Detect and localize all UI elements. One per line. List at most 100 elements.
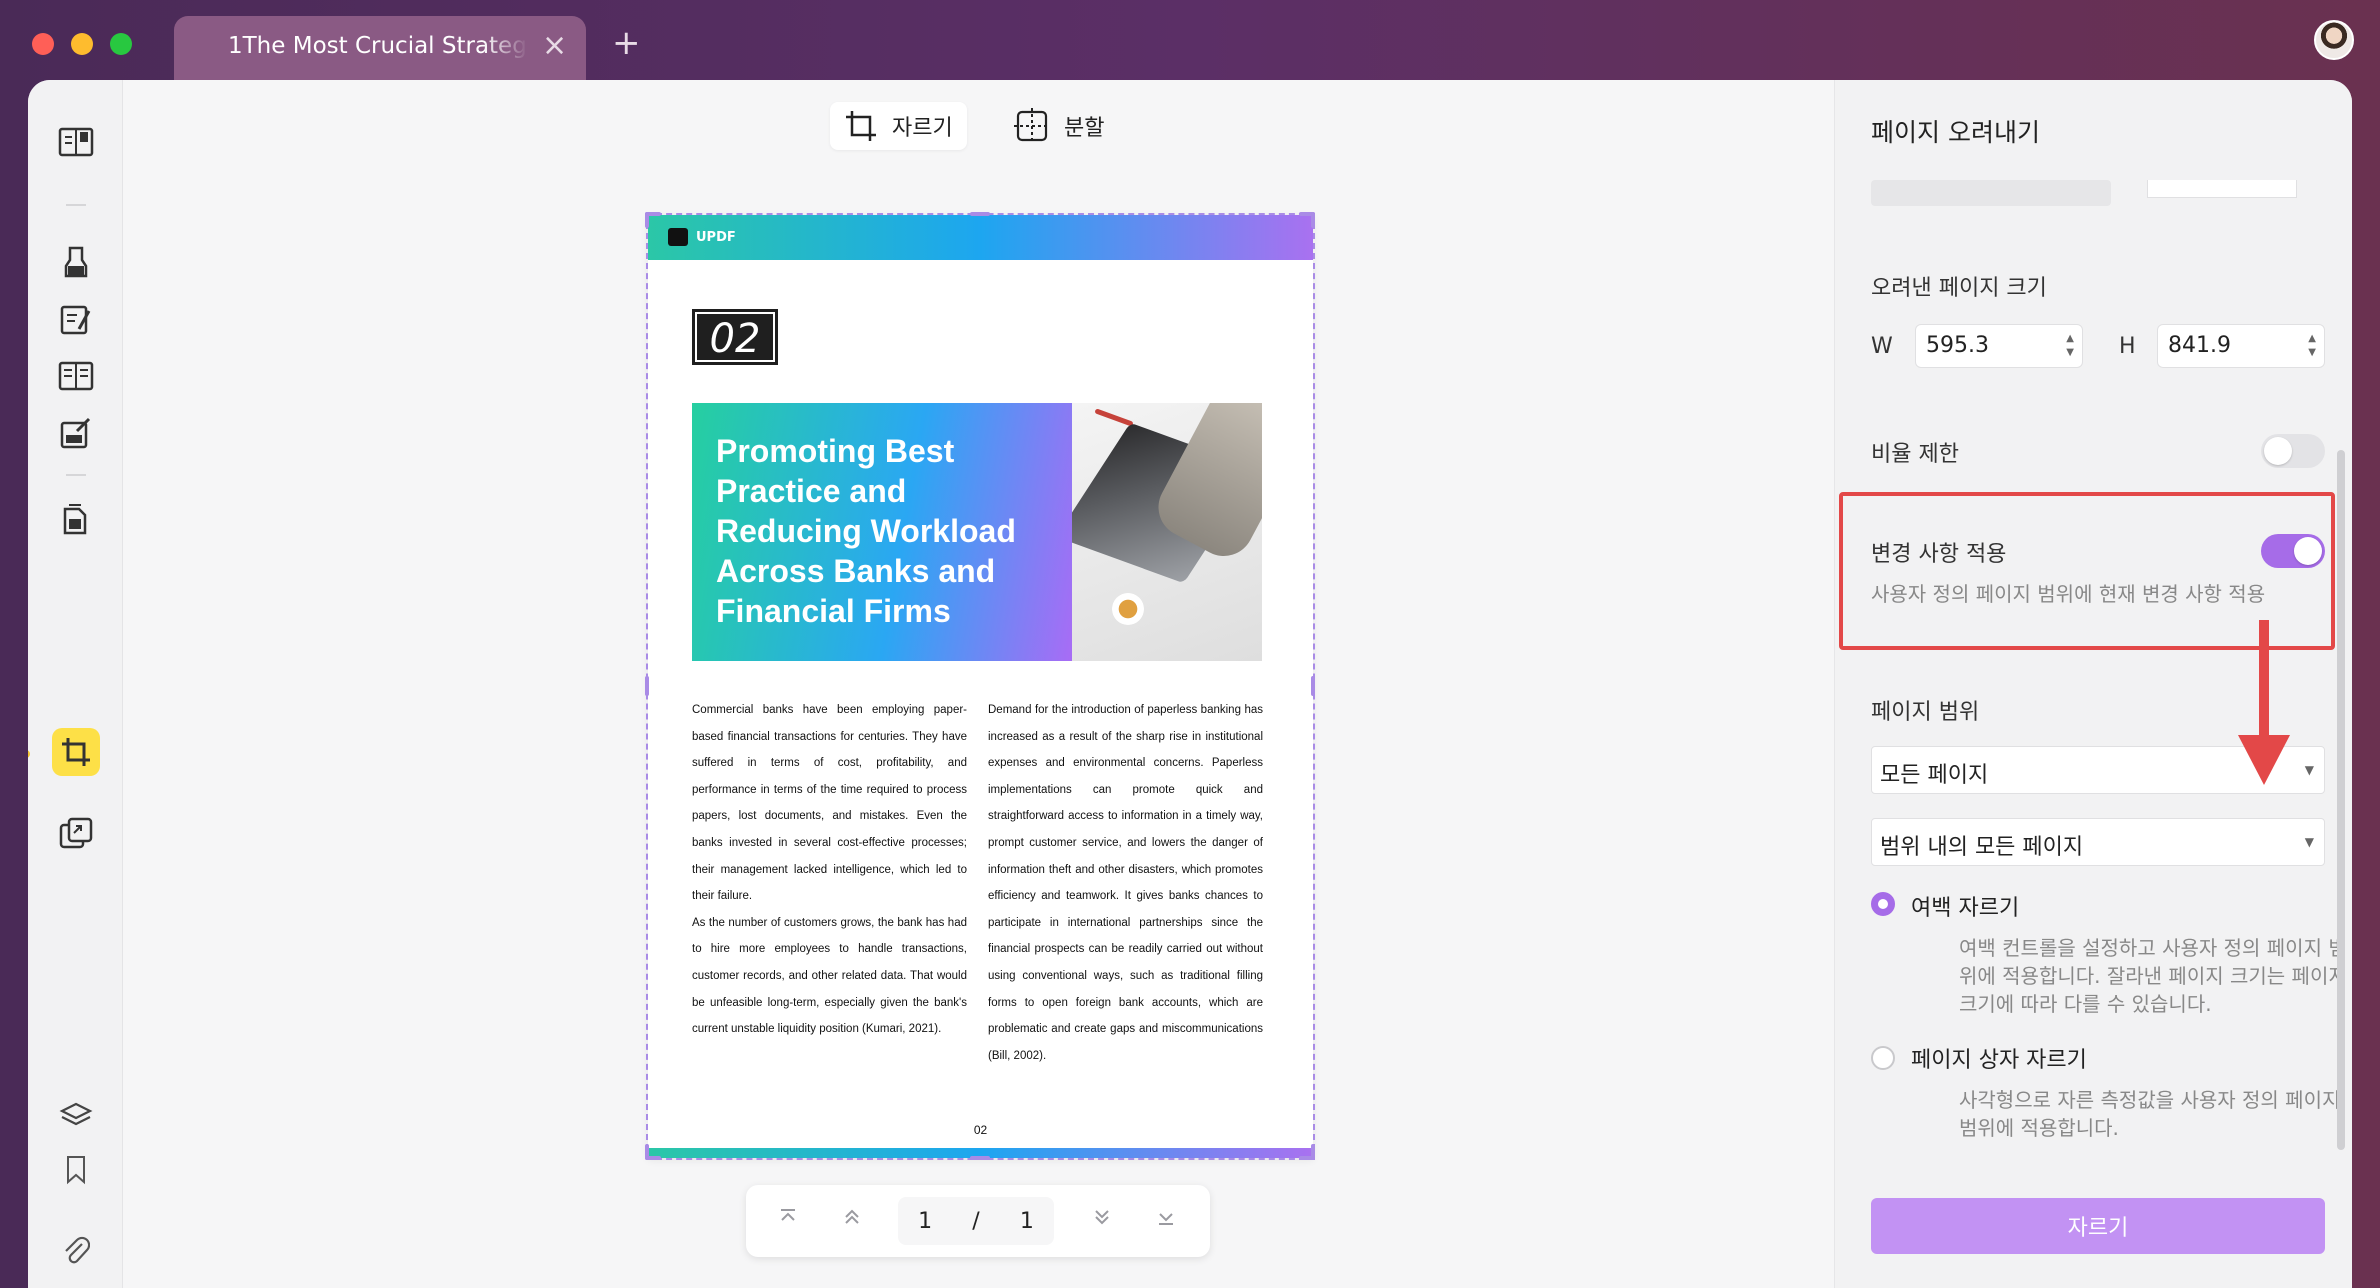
- crop-handle-bottom[interactable]: [970, 1156, 990, 1160]
- page-separator: /: [972, 1208, 980, 1234]
- margin-crop-description: 여백 컨트롤을 설정하고 사용자 정의 페이지 범위에 적용합니다. 잘라낸 페…: [1959, 936, 2347, 1016]
- hero-banner: Promoting Best Practice and Reducing Wor…: [692, 403, 1072, 661]
- previous-page-icon[interactable]: [836, 1205, 868, 1237]
- updf-logo-icon: [668, 228, 688, 246]
- reader-mode-icon[interactable]: [52, 118, 100, 166]
- ratio-label: 비율 제한: [1871, 442, 1959, 467]
- size-label: 오려낸 페이지 크기: [1871, 276, 2047, 301]
- scrolled-field: [1871, 180, 2111, 206]
- apply-changes-description: 사용자 정의 페이지 범위에 현재 변경 사항 적용: [1871, 582, 2266, 606]
- crop-handle-tr[interactable]: [1311, 212, 1315, 228]
- crop-pages-icon[interactable]: [52, 728, 100, 776]
- split-tool-label: 분할: [1064, 116, 1105, 141]
- width-value: 595.3: [1926, 333, 1989, 358]
- toggle-knob: [2294, 537, 2322, 565]
- first-page-icon[interactable]: [772, 1205, 804, 1237]
- paragraph: As the number of customers grows, the ba…: [692, 916, 967, 1036]
- total-pages: 1: [1019, 1208, 1034, 1234]
- crop-handle-right[interactable]: [1311, 676, 1315, 696]
- document-tab[interactable]: 1The Most Crucial Strategy f ×: [174, 16, 586, 80]
- add-tab-icon[interactable]: +: [612, 26, 641, 60]
- updf-logo: UPDF: [668, 228, 736, 246]
- crop-handle-br[interactable]: [1311, 1144, 1315, 1160]
- crop-handle-bl[interactable]: [645, 1144, 649, 1160]
- next-page-icon[interactable]: [1086, 1205, 1118, 1237]
- chevron-down-icon: ▼: [2304, 835, 2314, 849]
- logo-text: UPDF: [696, 229, 736, 245]
- box-crop-description: 사각형으로 자른 측정값을 사용자 정의 페이지 범위에 적용합니다.: [1959, 1088, 2341, 1140]
- zoom-window-button[interactable]: [110, 33, 132, 55]
- box-crop-label: 페이지 상자 자르기: [1911, 1048, 2087, 1073]
- width-input[interactable]: 595.3 ▲ ▼: [1915, 324, 2083, 368]
- height-label: H: [2119, 334, 2136, 359]
- page-header-band: UPDF: [648, 215, 1313, 260]
- convert-icon[interactable]: [52, 810, 100, 858]
- page-tools-icon[interactable]: [52, 496, 100, 544]
- height-stepper-icon[interactable]: ▲ ▼: [2308, 332, 2316, 360]
- box-crop-radio[interactable]: [1871, 1046, 1895, 1070]
- crop-settings-panel: 페이지 오려내기 오려낸 페이지 크기 W 595.3 ▲ ▼ H 841.9 ▲…: [1834, 80, 2352, 1288]
- crop-handle-top[interactable]: [970, 212, 990, 216]
- margin-crop-radio[interactable]: [1871, 892, 1895, 916]
- page-number-field[interactable]: 1 / 1: [898, 1197, 1054, 1245]
- text-column-left: Commercial banks have been employing pap…: [692, 697, 967, 1043]
- pdf-page: UPDF 02 Promoting Best Practice and Redu…: [648, 215, 1313, 1158]
- panel-scrollbar[interactable]: [2337, 450, 2345, 1150]
- bookmark-icon[interactable]: [52, 1146, 100, 1194]
- height-value: 841.9: [2168, 333, 2231, 358]
- current-page: 1: [918, 1208, 933, 1234]
- active-indicator: [28, 750, 30, 758]
- scrolled-select: [2147, 180, 2297, 198]
- crop-icon: [846, 111, 876, 141]
- panel-title: 페이지 오려내기: [1871, 118, 2040, 147]
- page-navigator: 1 / 1: [746, 1185, 1210, 1257]
- app-window: 자르기 분할 UPDF 02 Promoting Best Practice a…: [28, 80, 2352, 1288]
- pen-shape: [1094, 408, 1134, 427]
- apply-changes-label: 변경 사항 적용: [1871, 542, 2007, 567]
- paragraph: Commercial banks have been employing pap…: [692, 704, 967, 903]
- page-range-label: 페이지 범위: [1871, 700, 1980, 725]
- chevron-down-icon: ▼: [2304, 763, 2314, 777]
- width-label: W: [1871, 334, 1893, 359]
- text-column-right: Demand for the introduction of paperless…: [988, 697, 1263, 1069]
- apply-changes-toggle[interactable]: [2261, 534, 2325, 568]
- hero-title: Promoting Best Practice and Reducing Wor…: [716, 433, 1016, 629]
- laptop-photo: [1072, 403, 1262, 661]
- width-stepper-icon[interactable]: ▲ ▼: [2066, 332, 2074, 360]
- minimize-window-button[interactable]: [71, 33, 93, 55]
- close-icon[interactable]: ×: [542, 29, 567, 63]
- organize-pages-icon[interactable]: [52, 352, 100, 400]
- title-bar: 1The Most Crucial Strategy f × +: [0, 0, 2380, 80]
- page-range-value: 모든 페이지: [1880, 763, 1989, 788]
- split-tool-button[interactable]: 분할: [1000, 102, 1118, 150]
- crop-tool-button[interactable]: 자르기: [830, 102, 967, 150]
- close-window-button[interactable]: [32, 33, 54, 55]
- crop-handle-left[interactable]: [645, 676, 649, 696]
- crop-handle-tl[interactable]: [645, 212, 649, 228]
- crop-tool-label: 자르기: [892, 116, 953, 141]
- toggle-knob: [2264, 437, 2292, 465]
- split-icon: [1014, 108, 1050, 144]
- sidebar-divider: [66, 204, 86, 206]
- layers-icon[interactable]: [52, 1092, 100, 1140]
- attachment-icon[interactable]: [52, 1226, 100, 1274]
- paragraph: Demand for the introduction of paperless…: [988, 704, 1263, 1062]
- tab-title: 1The Most Crucial Strategy f: [228, 33, 528, 59]
- avatar[interactable]: [2314, 20, 2354, 60]
- annotation-arrow-head: [2238, 735, 2290, 785]
- coffee-cup-shape: [1112, 593, 1144, 625]
- crop-apply-button[interactable]: 자르기: [1871, 1198, 2325, 1254]
- sidebar-divider: [66, 474, 86, 476]
- height-input[interactable]: 841.9 ▲ ▼: [2157, 324, 2325, 368]
- last-page-icon[interactable]: [1150, 1205, 1182, 1237]
- margin-crop-label: 여백 자르기: [1911, 896, 2020, 921]
- highlighter-icon[interactable]: [52, 238, 100, 286]
- fill-sign-icon[interactable]: [52, 410, 100, 458]
- page-number: 02: [973, 1123, 988, 1137]
- annotation-arrow: [2259, 620, 2269, 740]
- edit-text-icon[interactable]: [52, 296, 100, 344]
- left-sidebar: [28, 80, 123, 1288]
- ratio-toggle[interactable]: [2261, 434, 2325, 468]
- chapter-number: 02: [692, 309, 778, 365]
- page-subset-select[interactable]: 범위 내의 모든 페이지 ▼: [1871, 818, 2325, 866]
